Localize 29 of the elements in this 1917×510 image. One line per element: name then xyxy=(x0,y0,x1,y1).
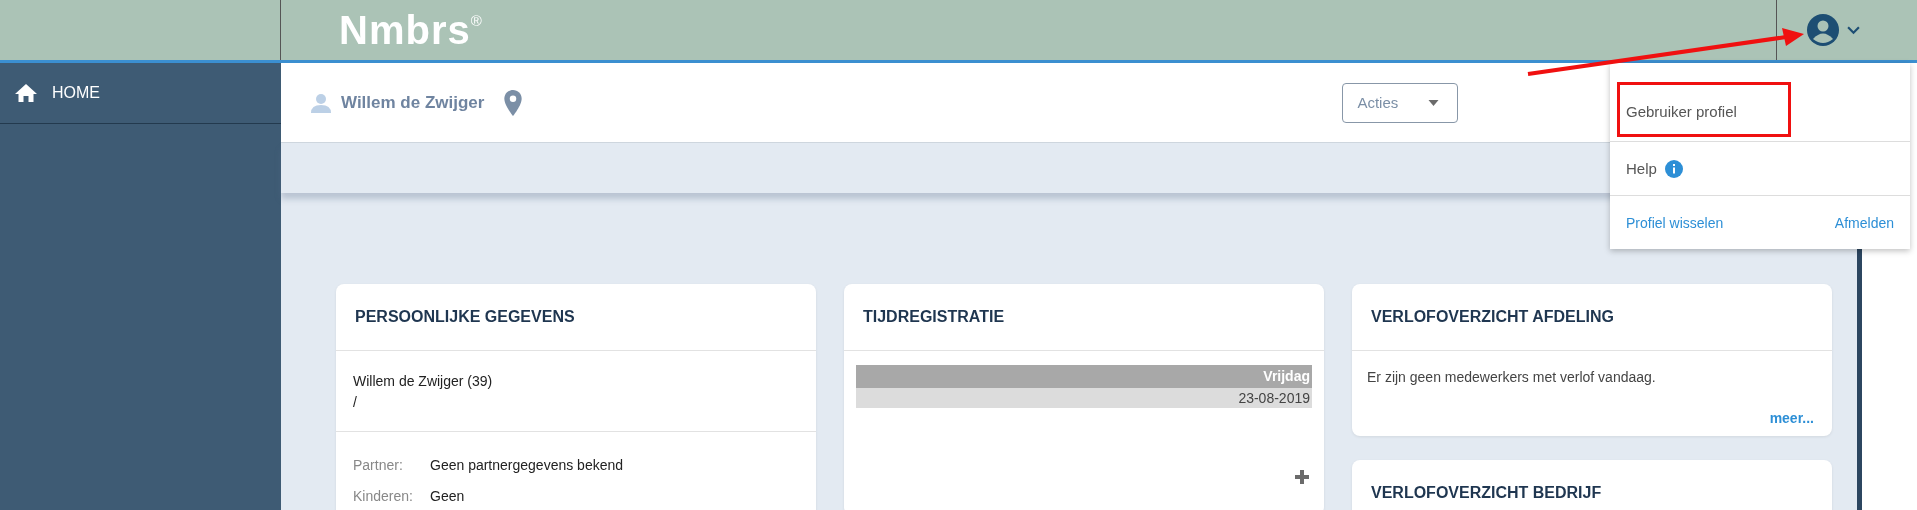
field-value: Geen xyxy=(430,487,465,506)
location-pin-icon[interactable] xyxy=(504,89,523,116)
day-header: Vrijdag xyxy=(856,365,1312,388)
home-icon xyxy=(14,83,38,103)
menu-link[interactable]: Profiel wisselen xyxy=(1626,214,1724,231)
more-link[interactable]: meer... xyxy=(1769,410,1814,426)
chevron-down-icon[interactable] xyxy=(1847,25,1860,35)
menu-link[interactable]: Afmelden xyxy=(1834,214,1894,231)
person-icon xyxy=(311,92,331,113)
address-line: / xyxy=(353,393,358,412)
menu-item[interactable]: Gebruiker profiel xyxy=(1610,63,1910,142)
employee-name: Willem de Zwijger xyxy=(341,92,485,113)
employee-age: Willem de Zwijger (39) xyxy=(353,372,494,391)
leave-message: Er zijn geen medewerkers met verlof vandaag. xyxy=(1367,368,1657,387)
card-title: VERLOFOVERZICHT AFDELING xyxy=(1352,284,1832,351)
info-icon xyxy=(1664,159,1683,178)
field-label: Partner: xyxy=(353,456,404,475)
card-title: VERLOFOVERZICHT BEDRIJF xyxy=(1352,460,1832,510)
card-title: PERSOONLIJKE GEGEVENS xyxy=(336,284,816,351)
card-title: TIJDREGISTRATIE xyxy=(844,284,1324,351)
caret-icon xyxy=(1428,99,1440,106)
menu-item[interactable]: Help xyxy=(1610,142,1910,196)
actions-dropdown[interactable]: Acties xyxy=(1342,82,1459,123)
field-label: Kinderen: xyxy=(353,487,414,506)
logo[interactable]: Nmbrs$^{®}$ xyxy=(339,7,483,53)
user-avatar-icon[interactable] xyxy=(1807,14,1839,46)
add-icon[interactable] xyxy=(1295,470,1309,484)
field-value: Geen partnergegevens bekend xyxy=(430,456,624,475)
date-row: 23-08-2019 xyxy=(856,388,1312,408)
